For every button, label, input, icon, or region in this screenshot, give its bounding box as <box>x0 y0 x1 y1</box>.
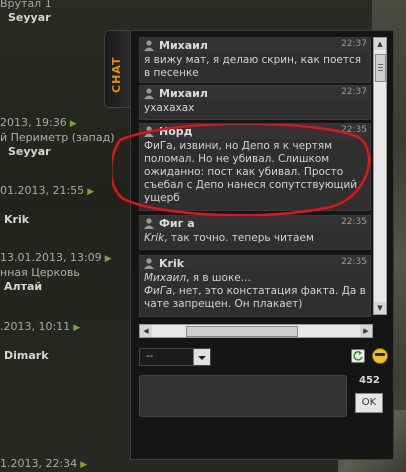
message-time: 22:35 <box>341 257 367 267</box>
message-mention[interactable]: Михаил <box>144 272 186 284</box>
message-author[interactable]: Михаил <box>159 39 208 52</box>
chat-message: Фиг а 22:35 Krik, так точно. теперь чита… <box>139 215 371 250</box>
chat-panel: Михаил 22:37 я вижу мат, я делаю скрин, … <box>130 30 394 460</box>
chat-message: Норд 22:35 ФиГа, извини, но Депо я к чер… <box>139 123 371 211</box>
scroll-thumb[interactable] <box>186 326 298 337</box>
go-arrow-icon[interactable]: ▶ <box>105 254 112 264</box>
message-mention[interactable]: ФиГа <box>144 285 172 297</box>
message-time: 22:37 <box>341 87 367 97</box>
message-author[interactable]: Krik <box>159 257 184 270</box>
horizontal-scrollbar[interactable]: ◀ ▶ <box>139 324 373 338</box>
message-text: ухахахах <box>144 102 195 114</box>
chat-message: Krik 22:35 Михаил, я в шоке... ФиГа, нет,… <box>139 255 371 317</box>
chat-message: Михаил 22:37 ухахахах <box>139 85 371 120</box>
bg-user-link[interactable]: Seyyar <box>8 11 51 24</box>
refresh-icon[interactable] <box>351 349 365 363</box>
bg-user-link[interactable]: Алтай <box>4 280 42 293</box>
message-author[interactable]: Фиг а <box>159 217 195 230</box>
go-arrow-icon[interactable]: ▶ <box>73 323 80 333</box>
char-counter: 452 <box>359 375 380 386</box>
bg-user-link[interactable]: Krik <box>4 213 29 226</box>
message-author[interactable]: Норд <box>159 125 193 138</box>
smiley-icon[interactable] <box>372 348 388 364</box>
scroll-left-icon[interactable]: ◀ <box>140 325 152 337</box>
message-list: Михаил 22:37 я вижу мат, я делаю скрин, … <box>139 37 371 365</box>
bg-entry: 01.2013, 21:55 ▶ Krik <box>0 184 95 226</box>
go-arrow-icon[interactable]: ▶ <box>87 187 94 197</box>
go-arrow-icon[interactable]: ▶ <box>80 460 87 470</box>
person-icon <box>144 40 154 51</box>
message-author[interactable]: Михаил <box>159 87 208 100</box>
bg-entry: 13.01.2013, 13:09 ▶ нная Церковь Алтай <box>0 251 112 293</box>
message-time: 22:35 <box>341 217 367 227</box>
message-mention[interactable]: Krik <box>144 232 164 244</box>
chat-message: Михаил 22:37 я вижу мат, я делаю скрин, … <box>139 37 371 83</box>
bg-entry: .2013, 10:11 ▶ Dimark <box>0 320 81 362</box>
message-time: 22:37 <box>341 39 367 49</box>
chat-tab-label: CHAT <box>110 56 123 93</box>
scroll-down-icon[interactable]: ▼ <box>374 302 386 314</box>
bg-user-link[interactable]: Dimark <box>4 349 49 362</box>
scroll-right-icon[interactable]: ▶ <box>360 325 372 337</box>
person-icon <box>144 126 154 137</box>
channel-select[interactable]: -- <box>139 348 211 366</box>
message-text: я вижу мат, я делаю скрин, как поется в … <box>144 54 362 79</box>
scroll-thumb[interactable] <box>375 54 386 82</box>
person-icon <box>144 88 154 99</box>
vertical-scrollbar[interactable]: ▲ ▼ <box>373 37 387 315</box>
send-button[interactable]: OK <box>355 393 383 413</box>
scroll-up-icon[interactable]: ▲ <box>374 38 386 50</box>
message-text: Михаил, я в шоке... ФиГа, нет, это конста… <box>144 272 366 310</box>
bg-entry: Врутал 1 Seyyar <box>0 0 52 24</box>
chevron-down-icon[interactable] <box>193 349 210 365</box>
message-time: 22:35 <box>341 125 367 135</box>
message-text: ФиГа, извини, но Депо я к чертям поломал… <box>144 140 358 204</box>
message-text: Krik, так точно. теперь читаем <box>144 232 314 244</box>
bg-entry: 1.2013, 22:34 ▶ <box>0 457 88 470</box>
bg-entry: 2013, 19:36 ▶ й Периметр (запад) Seyyar <box>0 116 115 158</box>
bg-user-link[interactable]: Seyyar <box>8 145 51 158</box>
person-icon <box>144 218 154 229</box>
chat-tab[interactable]: CHAT <box>104 30 131 108</box>
message-input[interactable] <box>139 375 347 417</box>
go-arrow-icon[interactable]: ▶ <box>70 119 77 129</box>
person-icon <box>144 258 154 269</box>
